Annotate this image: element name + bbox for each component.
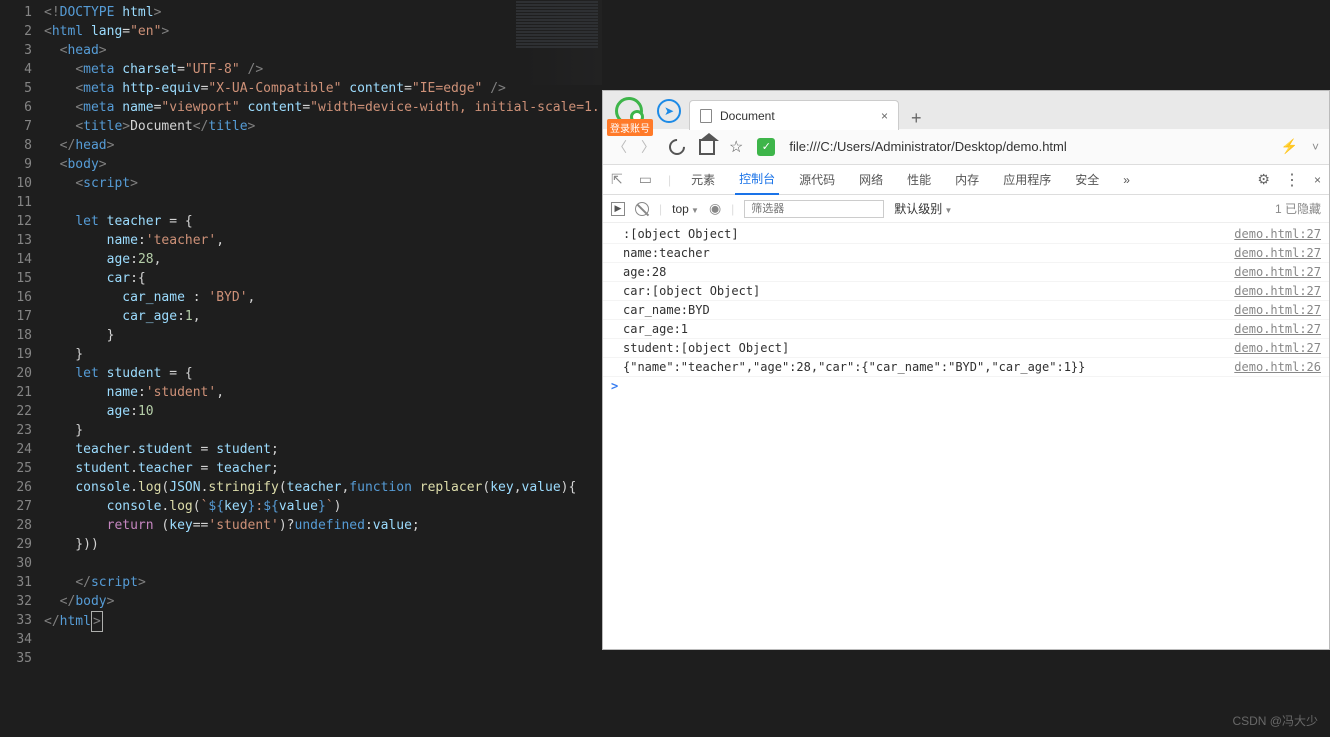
browser-window: 登录账号 ➤ Document × + 〈 〉 ☆ ✓ file:///C:/U… bbox=[602, 90, 1330, 650]
console-message: age:28 bbox=[623, 265, 1234, 279]
console-message: {"name":"teacher","age":28,"car":{"car_n… bbox=[623, 360, 1234, 374]
console-message: car:[object Object] bbox=[623, 284, 1234, 298]
console-message: car_age:1 bbox=[623, 322, 1234, 336]
console-message: :[object Object] bbox=[623, 227, 1234, 241]
console-row[interactable]: car:[object Object]demo.html:27 bbox=[603, 282, 1329, 301]
device-icon[interactable]: ▭ bbox=[639, 171, 652, 188]
browser-tabbar: 登录账号 ➤ Document × + bbox=[603, 91, 1329, 129]
minimap[interactable] bbox=[512, 0, 602, 85]
shield-icon[interactable]: ✓ bbox=[757, 138, 775, 156]
console-source-link[interactable]: demo.html:27 bbox=[1234, 227, 1321, 241]
console-source-link[interactable]: demo.html:26 bbox=[1234, 360, 1321, 374]
console-row[interactable]: name:teacherdemo.html:27 bbox=[603, 244, 1329, 263]
console-output[interactable]: :[object Object]demo.html:27name:teacher… bbox=[603, 223, 1329, 649]
back-button[interactable]: 〈 bbox=[613, 137, 627, 157]
code-area[interactable]: <!DOCTYPE html><html lang="en"> <head> <… bbox=[44, 0, 602, 737]
devtools-tab-性能[interactable]: 性能 bbox=[903, 165, 935, 195]
code-editor[interactable]: 1234567891011121314151617181920212223242… bbox=[0, 0, 602, 737]
reload-icon[interactable] bbox=[666, 135, 689, 158]
devtools-tabs: ⇱ ▭ | 元素控制台源代码网络性能内存应用程序安全 » ⚙ ⋮ × bbox=[603, 165, 1329, 195]
watermark: CSDN @冯大少 bbox=[1232, 712, 1318, 729]
console-row[interactable]: :[object Object]demo.html:27 bbox=[603, 225, 1329, 244]
console-source-link[interactable]: demo.html:27 bbox=[1234, 341, 1321, 355]
console-source-link[interactable]: demo.html:27 bbox=[1234, 246, 1321, 260]
inspect-icon[interactable]: ⇱ bbox=[611, 171, 623, 188]
console-row[interactable]: car_age:1demo.html:27 bbox=[603, 320, 1329, 339]
tab-title: Document bbox=[720, 109, 775, 123]
url-text[interactable]: file:///C:/Users/Administrator/Desktop/d… bbox=[789, 139, 1266, 154]
file-icon bbox=[700, 109, 712, 123]
gear-icon[interactable]: ⚙ bbox=[1257, 171, 1270, 188]
console-source-link[interactable]: demo.html:27 bbox=[1234, 303, 1321, 317]
forward-button: 〉 bbox=[641, 137, 655, 157]
console-message: name:teacher bbox=[623, 246, 1234, 260]
devtools-more[interactable]: » bbox=[1119, 165, 1134, 195]
console-row[interactable]: car_name:BYDdemo.html:27 bbox=[603, 301, 1329, 320]
console-message: student:[object Object] bbox=[623, 341, 1234, 355]
devtools-tab-安全[interactable]: 安全 bbox=[1071, 165, 1103, 195]
context-selector[interactable]: top bbox=[672, 202, 699, 216]
devtools-tab-源代码[interactable]: 源代码 bbox=[795, 165, 839, 195]
devtools-tab-应用程序[interactable]: 应用程序 bbox=[999, 165, 1055, 195]
console-source-link[interactable]: demo.html:27 bbox=[1234, 322, 1321, 336]
console-toolbar: ▶ | top ◉ | 默认级别 1 已隐藏 bbox=[603, 195, 1329, 223]
devtools-close-icon[interactable]: × bbox=[1314, 173, 1321, 187]
bolt-icon[interactable]: ⚡ bbox=[1281, 138, 1298, 155]
console-source-link[interactable]: demo.html:27 bbox=[1234, 265, 1321, 279]
favorite-icon[interactable]: ☆ bbox=[729, 137, 743, 157]
console-row[interactable]: {"name":"teacher","age":28,"car":{"car_n… bbox=[603, 358, 1329, 377]
home-icon[interactable] bbox=[699, 139, 715, 155]
devtools-tab-元素[interactable]: 元素 bbox=[687, 165, 719, 195]
chevron-down-icon[interactable]: ˅ bbox=[1312, 140, 1319, 154]
compass-icon[interactable]: ➤ bbox=[657, 99, 681, 123]
browser-tab[interactable]: Document × bbox=[689, 100, 899, 130]
console-row[interactable]: age:28demo.html:27 bbox=[603, 263, 1329, 282]
log-level-selector[interactable]: 默认级别 bbox=[894, 200, 952, 217]
kebab-icon[interactable]: ⋮ bbox=[1284, 170, 1300, 190]
login-badge[interactable]: 登录账号 bbox=[607, 119, 653, 136]
filter-input[interactable] bbox=[744, 200, 884, 218]
devtools-panel: ⇱ ▭ | 元素控制台源代码网络性能内存应用程序安全 » ⚙ ⋮ × ▶ | t… bbox=[603, 165, 1329, 649]
new-tab-button[interactable]: + bbox=[911, 108, 922, 129]
console-prompt[interactable]: > bbox=[603, 377, 1329, 395]
eye-icon[interactable]: ◉ bbox=[709, 200, 721, 217]
close-tab-icon[interactable]: × bbox=[881, 109, 888, 123]
url-bar: 〈 〉 ☆ ✓ file:///C:/Users/Administrator/D… bbox=[603, 129, 1329, 165]
play-icon[interactable]: ▶ bbox=[611, 202, 625, 216]
hidden-count[interactable]: 1 已隐藏 bbox=[1275, 200, 1321, 217]
devtools-tab-网络[interactable]: 网络 bbox=[855, 165, 887, 195]
devtools-tab-控制台[interactable]: 控制台 bbox=[735, 165, 779, 195]
clear-console-icon[interactable] bbox=[635, 202, 649, 216]
devtools-tab-内存[interactable]: 内存 bbox=[951, 165, 983, 195]
console-source-link[interactable]: demo.html:27 bbox=[1234, 284, 1321, 298]
console-message: car_name:BYD bbox=[623, 303, 1234, 317]
line-gutter: 1234567891011121314151617181920212223242… bbox=[0, 0, 44, 737]
console-row[interactable]: student:[object Object]demo.html:27 bbox=[603, 339, 1329, 358]
